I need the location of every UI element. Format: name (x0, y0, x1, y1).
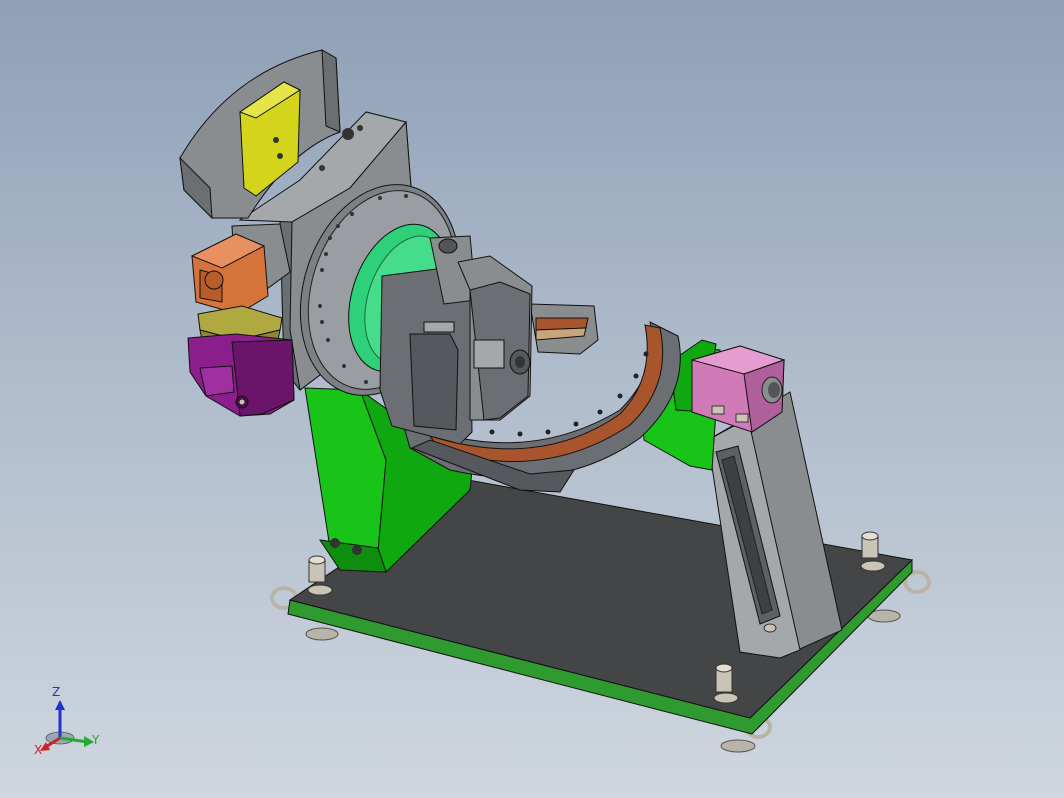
z-axis-label: Z (52, 685, 60, 699)
copper-slider[interactable] (529, 303, 599, 355)
x-axis-label: X (34, 743, 42, 757)
cad-viewport[interactable]: Z Y X (0, 0, 1064, 798)
coordinate-triad: Z Y X (34, 685, 100, 757)
y-axis-label: Y (91, 733, 100, 747)
purple-motor[interactable] (187, 333, 295, 417)
orange-gearbox[interactable] (190, 223, 291, 315)
